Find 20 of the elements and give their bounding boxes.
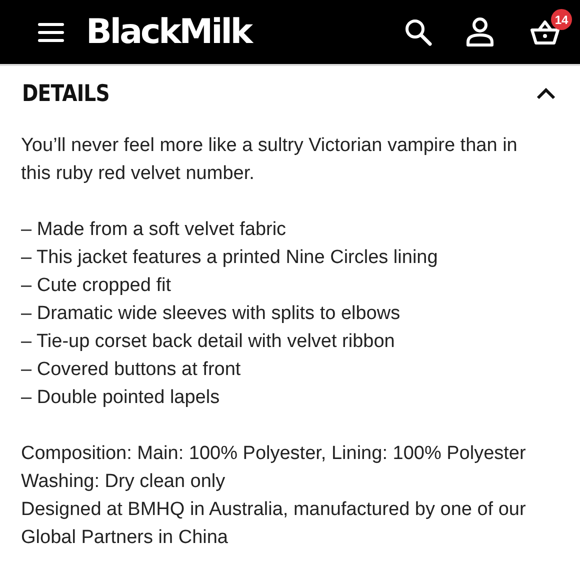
search-icon[interactable] [404,18,432,46]
info-line: Designed at BMHQ in Australia, manufactured by one of our Global Partners in China [21,498,527,550]
user-icon[interactable] [466,17,494,47]
section-title: DETAILS [22,81,110,107]
feature-line: – Cute cropped fit [21,274,172,298]
chevron-icon[interactable] [536,88,556,100]
feature-line: – This jacket features a printed Nine Circles lining [21,246,439,270]
cart-count-badge: 14 [551,9,572,30]
feature-line: – Tie-up corset back detail with velvet ribbon [21,330,396,354]
menu-icon[interactable] [38,22,64,42]
logo[interactable]: BlackMilk [86,12,252,52]
info-line: Composition: Main: 100% Polyester, Lining: 100% Polyester [21,442,527,466]
feature-line: – Dramatic wide sleeves with splits to elbows [21,302,402,326]
info-line: Washing: Dry clean only [21,470,226,494]
details-header[interactable]: DETAILS [0,66,580,114]
feature-line: – Double pointed lapels [21,386,221,410]
feature-line: – Made from a soft velvet fabric [21,218,288,242]
cart-button[interactable]: 14 [530,9,572,45]
feature-line: – Covered buttons at front [21,358,242,382]
description-text: You’ll never feel more like a sultry Victorian vampire than in this ruby red velvet number. [21,134,518,186]
